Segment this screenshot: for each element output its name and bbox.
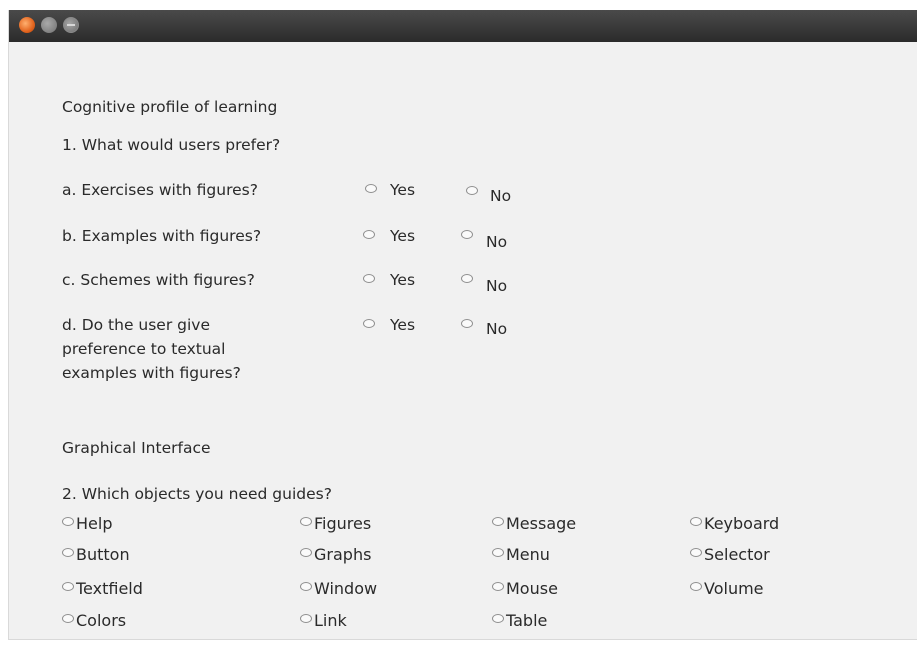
option-textfield-label: Textfield <box>76 579 143 598</box>
question-1d-no-radio[interactable] <box>461 319 473 328</box>
question-1c-label: c. Schemes with figures? <box>62 271 255 289</box>
question-1: 1. What would users prefer? <box>62 136 281 154</box>
close-button[interactable] <box>19 17 35 33</box>
option-table-radio[interactable] <box>492 614 504 623</box>
question-1b-yes-radio[interactable] <box>363 230 375 239</box>
option-message-label: Message <box>506 514 577 533</box>
question-1a-label: a. Exercises with figures? <box>62 181 258 199</box>
option-graphs-label: Graphs <box>314 545 372 564</box>
minimize-button[interactable] <box>41 17 57 33</box>
option-button-label: Button <box>76 545 130 564</box>
option-volume-radio[interactable] <box>690 582 702 591</box>
yes-label: Yes <box>390 316 416 334</box>
yes-label: Yes <box>390 227 416 245</box>
option-link-radio[interactable] <box>300 614 312 623</box>
option-message-radio[interactable] <box>492 517 504 526</box>
option-figures-label: Figures <box>314 514 372 533</box>
option-figures-radio[interactable] <box>300 517 312 526</box>
question-1d-label: d. Do the user give preference to textua… <box>62 316 241 382</box>
option-help-label: Help <box>76 514 113 533</box>
option-mouse-label: Mouse <box>506 579 558 598</box>
question-1b-label: b. Examples with figures? <box>62 227 262 245</box>
yes-label: Yes <box>390 271 416 289</box>
option-menu-label: Menu <box>506 545 550 564</box>
option-help-radio[interactable] <box>62 517 74 526</box>
option-window-label: Window <box>314 579 378 598</box>
no-label: No <box>490 187 512 205</box>
option-keyboard-radio[interactable] <box>690 517 702 526</box>
no-label: No <box>486 320 508 338</box>
option-volume-label: Volume <box>704 579 764 598</box>
option-mouse-radio[interactable] <box>492 582 504 591</box>
no-label: No <box>486 233 508 251</box>
title-bar <box>9 10 917 42</box>
option-selector-label: Selector <box>704 545 770 564</box>
maximize-button[interactable] <box>63 17 79 33</box>
question-1c-no-radio[interactable] <box>461 274 473 283</box>
option-link-label: Link <box>314 611 347 630</box>
yes-label: Yes <box>390 181 416 199</box>
option-colors-label: Colors <box>76 611 127 630</box>
option-textfield-radio[interactable] <box>62 582 74 591</box>
question-1a-no-radio[interactable] <box>466 186 478 195</box>
option-graphs-radio[interactable] <box>300 548 312 557</box>
section-title-cognitive: Cognitive profile of learning <box>62 98 278 116</box>
question-2: 2. Which objects you need guides? <box>62 485 332 503</box>
option-menu-radio[interactable] <box>492 548 504 557</box>
option-colors-radio[interactable] <box>62 614 74 623</box>
option-table-label: Table <box>506 611 548 630</box>
no-label: No <box>486 277 508 295</box>
option-keyboard-label: Keyboard <box>704 514 780 533</box>
option-window-radio[interactable] <box>300 582 312 591</box>
question-1b-no-radio[interactable] <box>461 230 473 239</box>
option-selector-radio[interactable] <box>690 548 702 557</box>
question-1a-yes-radio[interactable] <box>365 184 377 193</box>
option-button-radio[interactable] <box>62 548 74 557</box>
section-title-graphical: Graphical Interface <box>62 439 211 457</box>
question-1d-yes-radio[interactable] <box>363 319 375 328</box>
question-1c-yes-radio[interactable] <box>363 274 375 283</box>
